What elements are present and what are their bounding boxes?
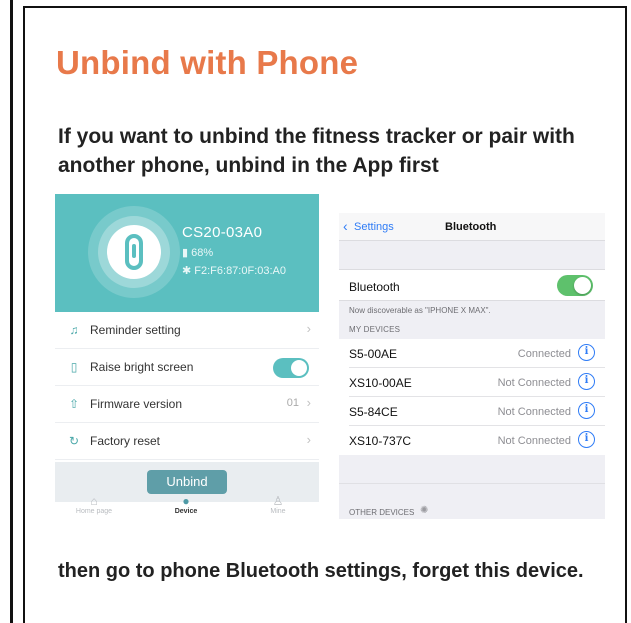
device-name: XS10-00AE <box>349 376 412 390</box>
list-item[interactable]: XS10-737C Not Connected i <box>349 426 605 455</box>
list-item[interactable]: XS10-00AE Not Connected i <box>349 368 605 397</box>
my-devices-header: MY DEVICES <box>349 325 401 334</box>
device-mac: ✱ F2:F6:87:0F:03:A0 <box>182 264 286 277</box>
home-icon: ⌂ <box>90 494 98 508</box>
loading-spinner-icon: ✺ <box>420 505 429 516</box>
device-name: S5-84CE <box>349 405 398 419</box>
discoverable-text: Now discoverable as "IPHONE X MAX". <box>349 306 491 315</box>
bell-icon: ♫ <box>69 323 79 337</box>
bluetooth-icon: ✱ <box>182 265 195 277</box>
tab-mine[interactable]: ♙ Mine <box>248 494 308 515</box>
instruction-text: If you want to unbind the fitness tracke… <box>58 125 575 177</box>
device-status: Not Connected <box>497 406 571 418</box>
bluetooth-toggle[interactable] <box>557 275 593 296</box>
chevron-right-icon: › <box>306 432 311 447</box>
firmware-version-value: 01 <box>286 397 299 409</box>
info-icon[interactable]: i <box>578 344 595 361</box>
menu-item-label: Raise bright screen <box>90 360 194 374</box>
tab-bar: ⌂ Home page ● Device ♙ Mine <box>55 494 319 524</box>
ios-bluetooth-screen: ‹ Settings Bluetooth Bluetooth Now disco… <box>339 213 605 519</box>
info-icon[interactable]: i <box>578 373 595 390</box>
device-header: CS20-03A0 ▮ 68% ✱ F2:F6:87:0F:03:A0 <box>55 194 319 312</box>
chevron-right-icon: › <box>306 321 311 336</box>
reset-icon: ↻ <box>68 434 80 448</box>
device-name: S5-00AE <box>349 347 398 361</box>
menu-item-firmware[interactable]: ⇧ Firmware version 01 › <box>55 386 319 423</box>
mac-value: F2:F6:87:0F:03:A0 <box>194 265 286 277</box>
menu-item-reminder[interactable]: ♫ Reminder setting › <box>55 312 319 349</box>
app-device-screen: CS20-03A0 ▮ 68% ✱ F2:F6:87:0F:03:A0 ♫ Re… <box>55 194 319 524</box>
device-status: Not Connected <box>497 435 571 447</box>
back-button[interactable]: Settings <box>354 221 394 233</box>
tab-device[interactable]: ● Device <box>156 494 216 515</box>
menu-item-factory-reset[interactable]: ↻ Factory reset › <box>55 423 319 460</box>
info-icon[interactable]: i <box>578 431 595 448</box>
list-item[interactable]: S5-84CE Not Connected i <box>349 397 605 426</box>
raise-bright-screen-toggle[interactable] <box>273 358 309 378</box>
menu-item-label: Reminder setting <box>90 323 181 337</box>
person-icon: ♙ <box>272 494 284 508</box>
info-icon[interactable]: i <box>578 402 595 419</box>
device-status: Not Connected <box>497 377 571 389</box>
nav-title: Bluetooth <box>445 221 497 233</box>
tab-label: Home page <box>75 508 113 515</box>
chevron-left-icon[interactable]: ‹ <box>343 218 348 234</box>
my-devices-list: S5-00AE Connected i XS10-00AE Not Connec… <box>339 339 605 455</box>
bluetooth-row: Bluetooth <box>339 269 605 301</box>
unbind-button[interactable]: Unbind <box>147 470 227 494</box>
page-title: Unbind with Phone <box>56 44 359 81</box>
battery-level: ▮ 68% <box>182 246 213 259</box>
chevron-right-icon: › <box>306 395 311 410</box>
tab-home[interactable]: ⌂ Home page <box>64 494 124 515</box>
footer-instruction: then go to phone Bluetooth settings, for… <box>58 560 584 582</box>
other-devices-header: OTHER DEVICES <box>349 508 415 517</box>
tab-label: Mine <box>270 508 286 515</box>
menu-item-label: Factory reset <box>90 434 161 448</box>
device-menu: ♫ Reminder setting › ▯ Raise bright scre… <box>55 312 319 460</box>
bluetooth-label: Bluetooth <box>349 280 400 294</box>
battery-value: 68% <box>191 247 214 259</box>
device-icon: ● <box>182 494 190 508</box>
fitness-band-screen <box>132 244 136 258</box>
bright-screen-icon: ▯ <box>70 360 78 374</box>
battery-icon: ▮ <box>182 247 192 259</box>
menu-item-raise-bright-screen: ▯ Raise bright screen <box>55 349 319 386</box>
device-name: CS20-03A0 <box>182 224 263 241</box>
tab-label: Device <box>174 508 198 515</box>
ios-nav-bar: ‹ Settings Bluetooth <box>339 213 605 241</box>
menu-item-label: Firmware version <box>90 397 183 411</box>
firmware-upload-icon: ⇧ <box>68 397 80 411</box>
device-status: Connected <box>517 348 571 360</box>
left-border-line <box>10 0 13 623</box>
device-name: XS10-737C <box>349 434 412 448</box>
list-item[interactable]: S5-00AE Connected i <box>349 339 605 368</box>
